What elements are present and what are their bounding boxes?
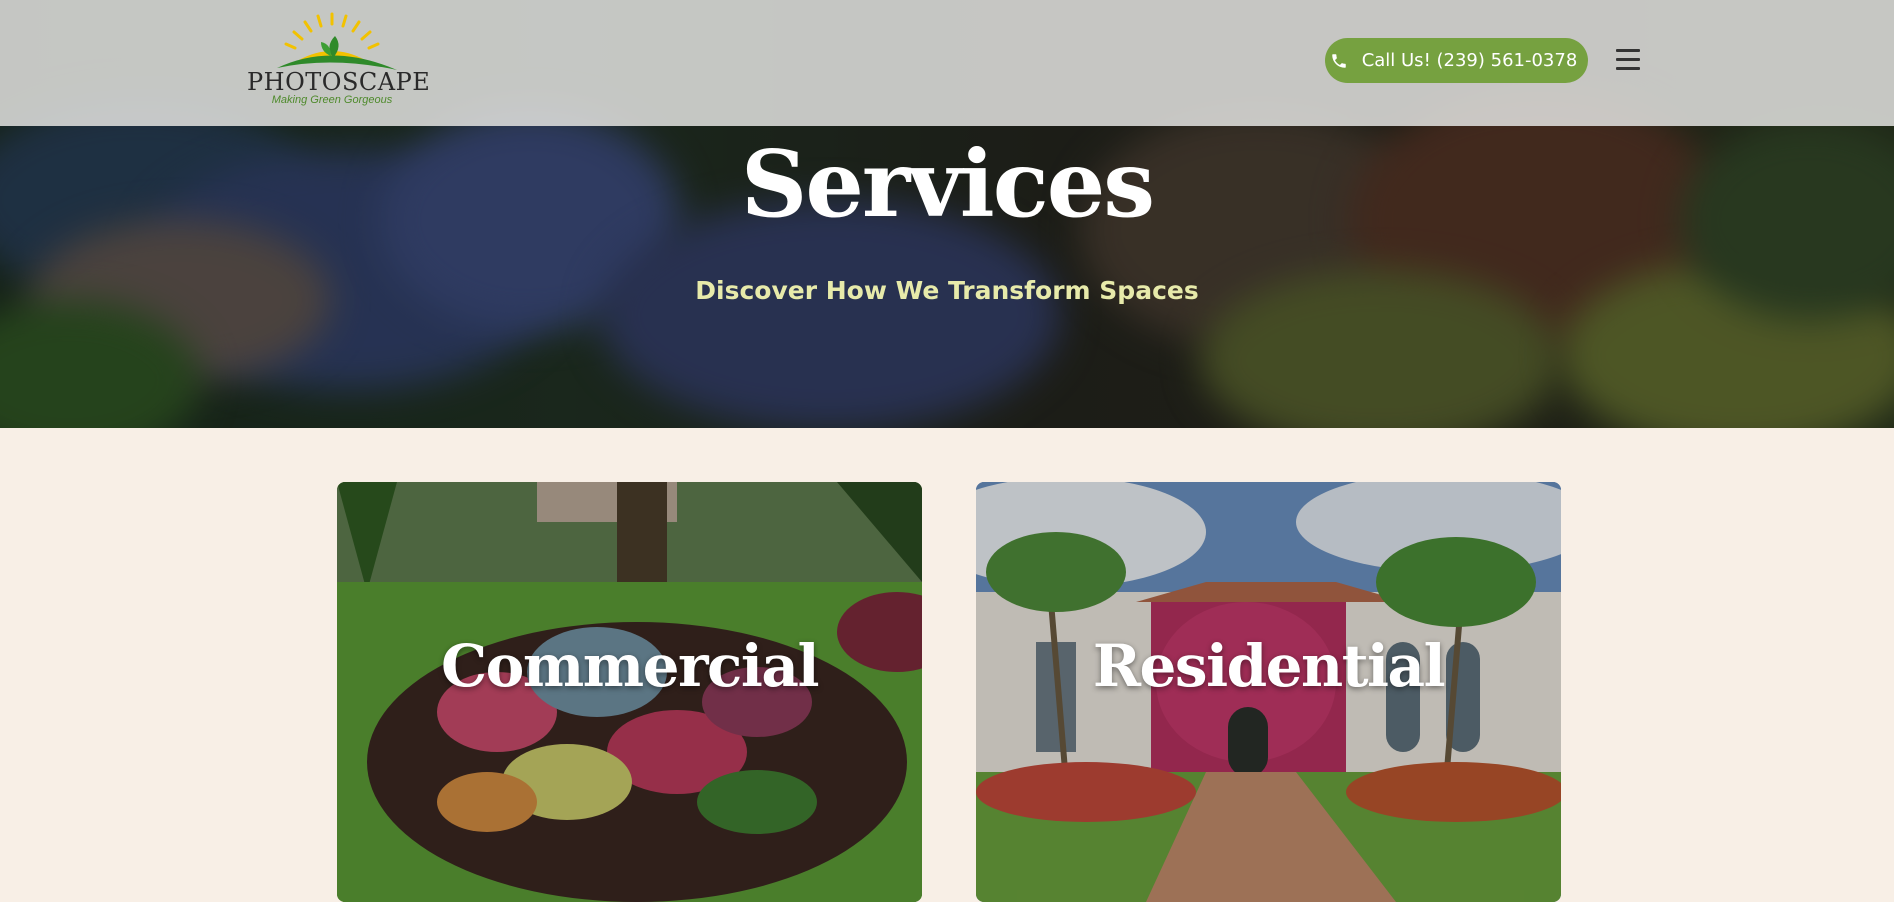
commercial-card-title: Commercial bbox=[440, 632, 820, 700]
call-us-button[interactable]: Call Us! (239) 561-0378 bbox=[1325, 38, 1588, 83]
hamburger-menu-icon[interactable] bbox=[1616, 49, 1640, 71]
commercial-card[interactable]: Commercial bbox=[337, 482, 922, 902]
residential-card-title: Residential bbox=[1092, 632, 1446, 700]
residential-card[interactable]: Residential bbox=[976, 482, 1561, 902]
call-us-label: Call Us! (239) 561-0378 bbox=[1361, 50, 1578, 71]
phone-icon bbox=[1331, 53, 1346, 68]
logo-wordmark: PHOTOSCAPE bbox=[247, 68, 431, 96]
site-header: PHOTOSCAPE Making Green Gorgeous Call Us… bbox=[0, 0, 1894, 126]
page-subtitle: Discover How We Transform Spaces bbox=[695, 276, 1199, 305]
photoscape-logo[interactable]: PHOTOSCAPE Making Green Gorgeous bbox=[247, 12, 431, 108]
logo-tagline: Making Green Gorgeous bbox=[271, 94, 393, 106]
sun-leaf-logo-icon bbox=[277, 12, 397, 70]
page-title: Services bbox=[740, 130, 1155, 238]
